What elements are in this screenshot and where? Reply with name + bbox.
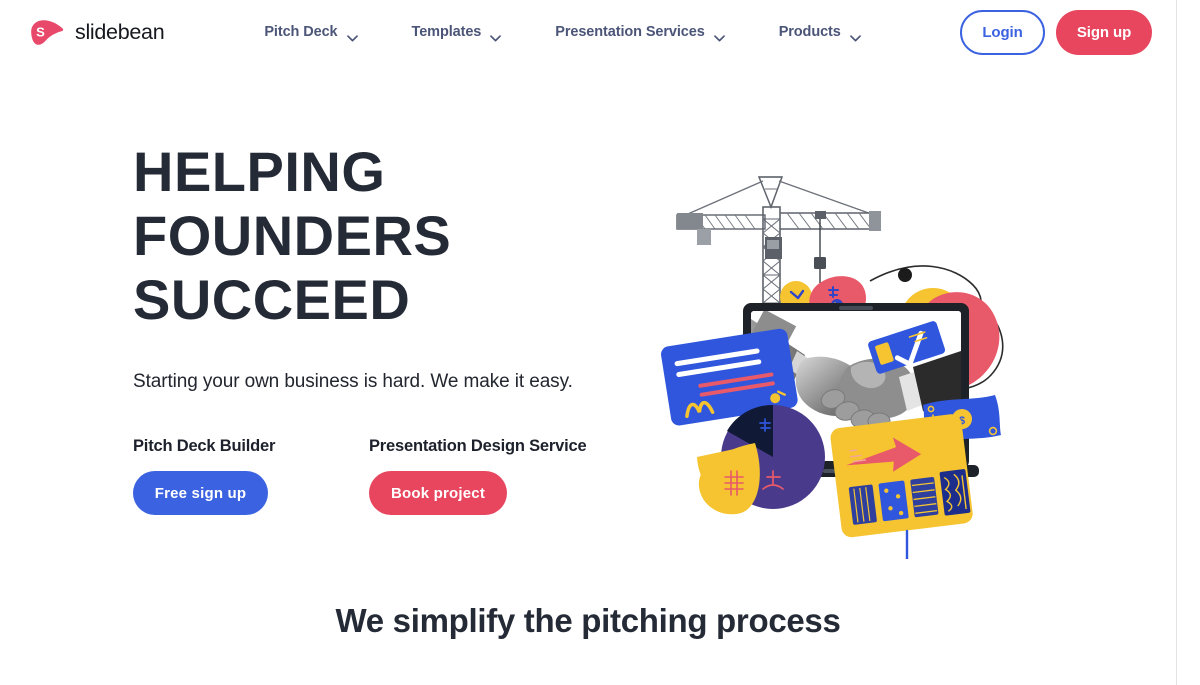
page-title: HELPING FOUNDERS SUCCEED — [133, 140, 653, 332]
cta-group-pitch-deck-builder: Pitch Deck Builder Free sign up — [133, 437, 369, 515]
nav-item-templates[interactable]: Templates — [412, 16, 502, 48]
book-project-button[interactable]: Book project — [369, 471, 507, 515]
hero-cta-row: Pitch Deck Builder Free sign up Presenta… — [133, 437, 653, 515]
nav-label: Products — [778, 24, 841, 40]
hero-section: HELPING FOUNDERS SUCCEED Starting your o… — [0, 64, 1176, 564]
startup-collage-illustration: $ — [655, 159, 1075, 559]
brand-logo[interactable]: S slidebean — [28, 19, 165, 46]
cta-label: Pitch Deck Builder — [133, 437, 276, 455]
nav-item-presentation-services[interactable]: Presentation Services — [555, 16, 725, 48]
nav-item-products[interactable]: Products — [779, 16, 861, 48]
nav-label: Pitch Deck — [264, 24, 338, 40]
signup-button[interactable]: Sign up — [1056, 9, 1152, 55]
hero-title-line-2: FOUNDERS — [133, 204, 452, 267]
slidebean-logo-icon: S — [28, 19, 66, 46]
chevron-down-icon — [849, 29, 861, 41]
hero-copy: HELPING FOUNDERS SUCCEED Starting your o… — [133, 140, 653, 515]
nav-item-pitch-deck[interactable]: Pitch Deck — [264, 16, 358, 48]
hero-title-line-3: SUCCEED — [133, 268, 411, 331]
hero-subtitle: Starting your own business is hard. We m… — [133, 371, 573, 392]
site-header: S slidebean Pitch Deck Templates Present… — [0, 0, 1176, 64]
brand-name: slidebean — [75, 19, 165, 44]
next-section: We simplify the pitching process — [0, 600, 1176, 642]
cta-group-presentation-design-service: Presentation Design Service Book project — [369, 437, 587, 515]
page-right-edge — [1176, 0, 1177, 685]
cta-label: Presentation Design Service — [369, 437, 587, 455]
header-actions: Login Sign up — [960, 9, 1152, 55]
login-button[interactable]: Login — [960, 9, 1045, 55]
free-sign-up-button[interactable]: Free sign up — [133, 471, 268, 515]
svg-text:S: S — [36, 24, 45, 39]
nav-label: Presentation Services — [555, 24, 705, 40]
main-navigation: Pitch Deck Templates Presentation Servic… — [264, 16, 861, 48]
chevron-down-icon — [490, 29, 502, 41]
nav-label: Templates — [411, 24, 482, 40]
chevron-down-icon — [713, 29, 725, 41]
chevron-down-icon — [346, 29, 358, 41]
hero-title-line-1: HELPING — [133, 140, 386, 203]
section-heading: We simplify the pitching process — [335, 602, 841, 639]
page-root: S slidebean Pitch Deck Templates Present… — [0, 0, 1200, 685]
